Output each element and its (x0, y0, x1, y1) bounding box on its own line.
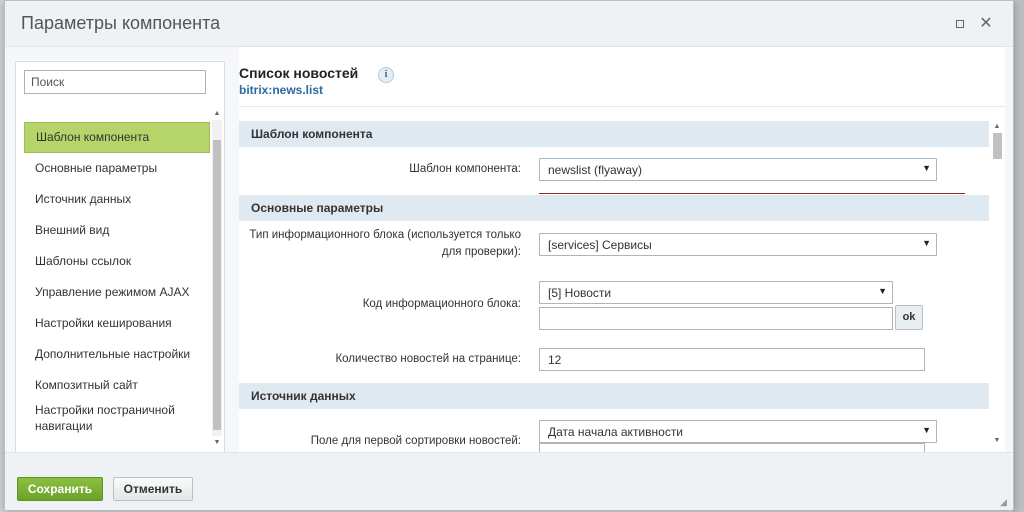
component-code: bitrix:news.list (239, 83, 324, 97)
maximize-icon[interactable] (953, 17, 967, 31)
sidebar-item-template[interactable]: Шаблон компонента (24, 122, 210, 153)
sidebar-item-basic[interactable]: Основные параметры (24, 153, 210, 184)
iblock-type-value: [services] Сервисы (548, 238, 652, 252)
sidebar: Шаблон компонента Основные параметры Ист… (15, 61, 225, 453)
chevron-down-icon: ▼ (922, 163, 931, 173)
sidebar-item-composite[interactable]: Композитный сайт (24, 370, 210, 401)
sidebar-item-404[interactable]: Настройки 404 ошибки (24, 439, 210, 448)
news-count-input[interactable]: 12 (539, 348, 925, 371)
sort-label: Поле для первой сортировки новостей: (310, 435, 521, 447)
sidebar-scrollbar[interactable]: ▲ ▼ (212, 108, 222, 448)
resize-handle-icon[interactable]: ◢ (1000, 497, 1010, 507)
iblock-type-label: Тип информационного блока (используется … (249, 229, 521, 258)
cancel-button[interactable]: Отменить (113, 477, 193, 501)
sort-extra-input[interactable] (539, 443, 925, 452)
ok-button[interactable]: ok (895, 305, 923, 330)
scroll-up-icon[interactable]: ▲ (991, 121, 1003, 132)
save-button[interactable]: Сохранить (17, 477, 103, 501)
component-header: Список новостей i bitrix:news.list (239, 47, 1005, 107)
dialog-footer: Сохранить Отменить ◢ (5, 452, 1013, 510)
sidebar-item-link-templates[interactable]: Шаблоны ссылок (24, 246, 210, 277)
template-divider (539, 193, 965, 194)
chevron-down-icon: ▼ (922, 238, 931, 248)
sidebar-item-data-source[interactable]: Источник данных (24, 184, 210, 215)
scroll-thumb[interactable] (213, 140, 221, 430)
sidebar-item-additional[interactable]: Дополнительные настройки (24, 339, 210, 370)
main-scrollbar[interactable]: ▲ ▼ (991, 121, 1003, 452)
sidebar-item-appearance[interactable]: Внешний вид (24, 215, 210, 246)
component-name: Список новостей (239, 65, 359, 81)
dialog-title: Параметры компонента (21, 13, 221, 33)
scroll-thumb[interactable] (993, 133, 1002, 159)
template-select[interactable]: newslist (flyaway) ▼ (539, 158, 937, 181)
scroll-down-icon[interactable]: ▼ (991, 435, 1003, 446)
chevron-down-icon: ▼ (878, 286, 887, 296)
sidebar-item-cache[interactable]: Настройки кеширования (24, 308, 210, 339)
news-count-label: Количество новостей на странице: (335, 353, 521, 365)
iblock-code-value: [5] Новости (548, 286, 612, 300)
main-panel: Список новостей i bitrix:news.list Шабло… (239, 47, 1005, 452)
sort-select[interactable]: Дата начала активности ▼ (539, 420, 937, 443)
dialog-titlebar[interactable]: Параметры компонента ✕ (5, 1, 1013, 47)
close-icon[interactable]: ✕ (979, 16, 993, 32)
section-template-header: Шаблон компонента (239, 121, 989, 147)
chevron-down-icon: ▼ (922, 425, 931, 435)
template-value: newslist (flyaway) (548, 163, 643, 177)
iblock-code-label: Код информационного блока: (362, 298, 521, 310)
template-label: Шаблон компонента: (409, 163, 521, 175)
section-source-header: Источник данных (239, 383, 989, 409)
search-input[interactable] (24, 70, 206, 94)
sort-value: Дата начала активности (548, 425, 684, 439)
sidebar-item-pagination[interactable]: Настройки постраничной навигации (24, 401, 210, 439)
iblock-code-input[interactable] (539, 307, 893, 330)
info-icon[interactable]: i (378, 67, 394, 83)
iblock-type-select[interactable]: [services] Сервисы ▼ (539, 233, 937, 256)
sidebar-item-ajax[interactable]: Управление режимом AJAX (24, 277, 210, 308)
scroll-down-icon[interactable]: ▼ (212, 437, 222, 448)
component-params-dialog: Параметры компонента ✕ Шаблон компонента… (4, 0, 1014, 510)
section-basic-header: Основные параметры (239, 195, 989, 221)
dialog-body: Шаблон компонента Основные параметры Ист… (5, 47, 1013, 453)
scroll-up-icon[interactable]: ▲ (212, 108, 222, 119)
sidebar-nav: Шаблон компонента Основные параметры Ист… (24, 122, 210, 448)
params-form: Шаблон компонента Шаблон компонента: new… (239, 121, 991, 452)
iblock-code-select[interactable]: [5] Новости ▼ (539, 281, 893, 304)
